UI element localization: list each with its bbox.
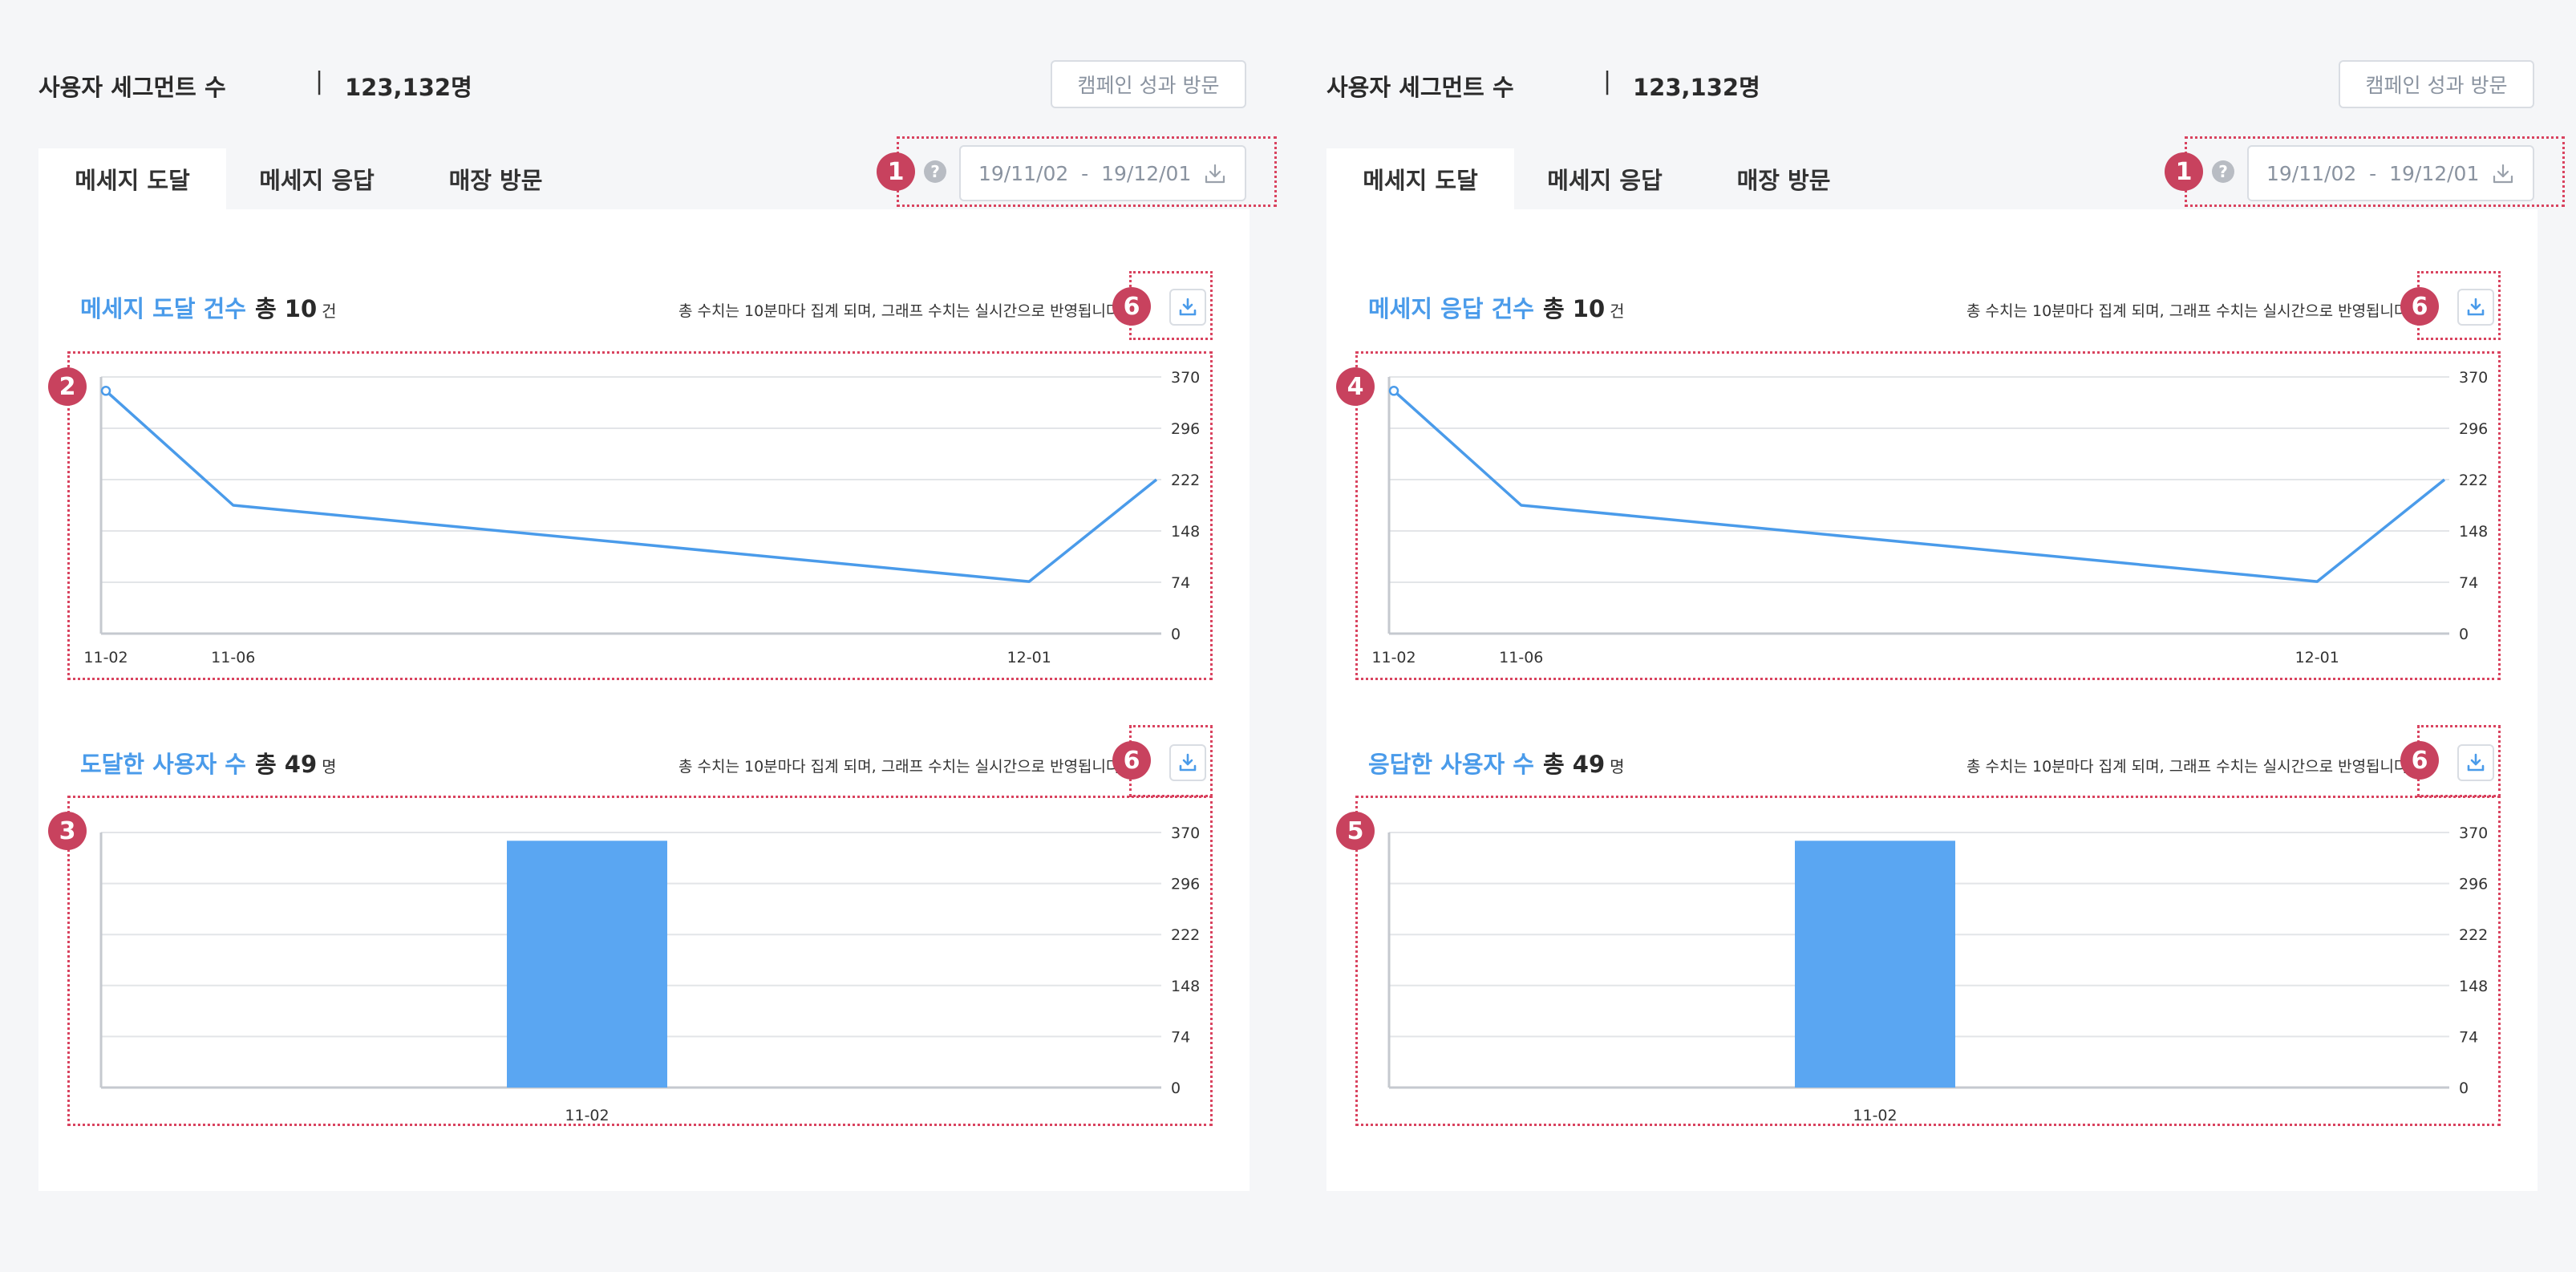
y-tick-label: 296 (1171, 876, 1200, 893)
y-tick-label: 148 (1171, 978, 1200, 995)
y-tick-label: 74 (1171, 1028, 1190, 1046)
y-tick-label: 370 (1171, 824, 1200, 842)
y-tick-label: 222 (2459, 926, 2488, 944)
bar-chart: 370 296 222 148 74 0 11-02 (99, 824, 1200, 1124)
y-tick-label: 148 (2459, 978, 2488, 995)
y-tick-label: 222 (1171, 926, 1200, 944)
report-panel: 사용자 세그먼트 수 | 123,132명 캠페인 성과 방문 메세지 도달 메… (1326, 0, 2565, 1272)
y-tick-label: 0 (1171, 1080, 1181, 1097)
x-tick-label: 11-02 (565, 1107, 609, 1124)
y-tick-label: 296 (2459, 876, 2488, 893)
y-tick-label: 74 (2459, 1028, 2478, 1046)
bar (507, 841, 667, 1088)
y-tick-label: 0 (2459, 1080, 2469, 1097)
report-panel: 사용자 세그먼트 수 | 123,132명 캠페인 성과 방문 메세지 도달 메… (38, 0, 1277, 1272)
bar-chart: 370 296 222 148 74 0 11-02 (1387, 824, 2488, 1124)
x-tick-label: 11-02 (1853, 1107, 1897, 1124)
y-tick-label: 370 (2459, 824, 2488, 842)
bar (1795, 841, 1955, 1088)
